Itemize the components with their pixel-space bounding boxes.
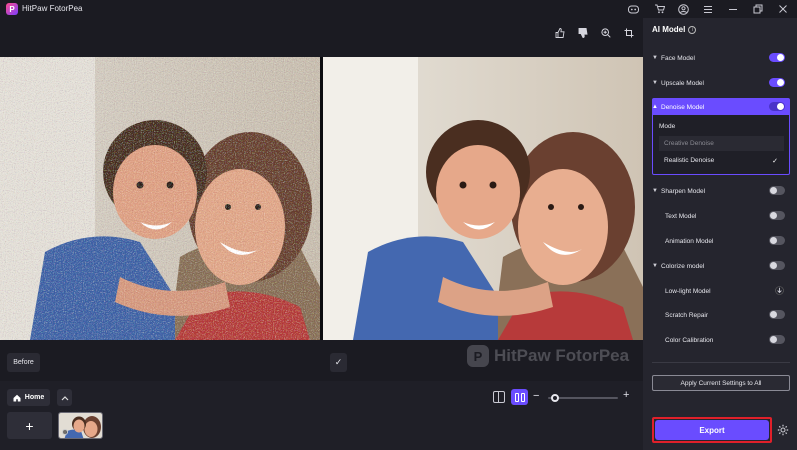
option-label: Realistic Denoise	[664, 157, 715, 164]
model-row-upscale[interactable]: ▼ Upscale Model	[652, 75, 790, 91]
minimize-icon[interactable]	[726, 2, 740, 16]
model-label: Low-light Model	[665, 287, 711, 295]
model-label: Text Model	[665, 212, 697, 220]
add-image-button[interactable]: +	[7, 412, 52, 439]
app-title: HitPaw FotorPea	[22, 4, 83, 13]
scratch-repair-toggle[interactable]	[769, 310, 785, 319]
app-window: P HitPaw FotorPea Before ✓ P HitPaw Foto…	[0, 0, 797, 450]
model-row-scratch[interactable]: Scratch Repair	[652, 307, 790, 323]
expand-arrow-icon[interactable]: ▼	[652, 263, 661, 269]
collapse-button[interactable]	[57, 389, 72, 406]
collapse-arrow-icon[interactable]: ▲	[652, 104, 661, 110]
info-icon[interactable]: i	[688, 25, 697, 34]
text-model-toggle[interactable]	[769, 211, 785, 220]
menu-icon[interactable]	[701, 2, 715, 16]
zoom-in-icon[interactable]	[599, 26, 613, 40]
model-label: Color Calibration	[665, 336, 714, 344]
watermark-text: HitPaw FotorPea	[494, 346, 630, 365]
before-image[interactable]	[0, 57, 320, 340]
upscale-model-toggle[interactable]	[769, 78, 785, 87]
animation-model-toggle[interactable]	[769, 236, 785, 245]
watermark-logo-icon: P	[467, 345, 489, 367]
model-row-colorize[interactable]: ▼ Colorize model	[652, 258, 790, 274]
panel-title: AI Model i	[652, 25, 697, 34]
model-label: Denoise Model	[661, 103, 705, 111]
face-model-toggle[interactable]	[769, 53, 785, 62]
sharpen-model-toggle[interactable]	[769, 186, 785, 195]
panel-divider	[652, 362, 790, 363]
expand-arrow-icon[interactable]: ▼	[652, 55, 661, 61]
thumbs-up-icon[interactable]	[553, 26, 567, 40]
gear-icon[interactable]	[777, 424, 789, 439]
thumbs-down-icon[interactable]	[576, 26, 590, 40]
model-row-text[interactable]: Text Model	[652, 208, 790, 224]
option-label: Creative Denoise	[664, 140, 714, 147]
colorize-model-toggle[interactable]	[769, 261, 785, 270]
model-row-sharpen[interactable]: ▼ Sharpen Model	[652, 183, 790, 199]
title-bar: P HitPaw FotorPea	[0, 0, 797, 18]
check-icon: ✓	[772, 157, 778, 165]
model-label: Scratch Repair	[665, 311, 708, 319]
zoom-in-button[interactable]: +	[623, 389, 629, 401]
denoise-mode-label: Mode	[659, 123, 676, 130]
watermark: P HitPaw FotorPea	[467, 345, 629, 367]
denoise-model-toggle[interactable]	[769, 102, 785, 111]
after-image[interactable]	[323, 57, 643, 340]
apply-all-button[interactable]: Apply Current Settings to All	[652, 375, 790, 391]
app-logo-icon: P	[6, 3, 18, 15]
thumbnail-status-icon	[62, 429, 68, 435]
expand-arrow-icon[interactable]: ▼	[652, 80, 661, 86]
single-view-icon[interactable]	[493, 391, 505, 403]
home-icon	[13, 394, 21, 401]
zoom-slider-handle[interactable]	[551, 394, 559, 402]
model-row-face[interactable]: ▼ Face Model	[652, 50, 790, 66]
image-thumbnail[interactable]	[58, 412, 103, 439]
model-label: Animation Model	[665, 237, 714, 245]
home-label: Home	[24, 394, 45, 401]
home-button[interactable]: Home	[7, 389, 50, 406]
before-label: Before	[7, 353, 40, 372]
model-label: Sharpen Model	[661, 187, 706, 195]
cart-icon[interactable]	[652, 2, 666, 16]
chevron-up-icon	[61, 395, 68, 400]
model-row-lowlight[interactable]: Low-light Model	[652, 283, 790, 299]
panel-title-text: AI Model	[652, 25, 686, 34]
model-row-denoise[interactable]: ▲ Denoise Model	[652, 99, 790, 115]
account-icon[interactable]	[676, 2, 690, 16]
expand-arrow-icon[interactable]: ▼	[652, 188, 661, 194]
after-check-icon: ✓	[330, 353, 347, 372]
realistic-denoise-option[interactable]: Realistic Denoise ✓	[659, 153, 784, 168]
creative-denoise-option[interactable]: Creative Denoise	[659, 136, 784, 151]
export-button[interactable]: Export	[655, 420, 769, 440]
model-label: Face Model	[661, 54, 695, 62]
download-icon[interactable]	[775, 286, 784, 297]
restore-icon[interactable]	[751, 2, 765, 16]
model-label: Upscale Model	[661, 79, 704, 87]
close-icon[interactable]	[776, 2, 790, 16]
color-calibration-toggle[interactable]	[769, 335, 785, 344]
discord-icon[interactable]	[626, 2, 640, 16]
zoom-out-button[interactable]: −	[533, 390, 539, 402]
crop-icon[interactable]	[622, 26, 636, 40]
model-row-animation[interactable]: Animation Model	[652, 233, 790, 249]
split-view-icon[interactable]	[511, 389, 528, 405]
model-row-color-calibration[interactable]: Color Calibration	[652, 332, 790, 348]
model-label: Colorize model	[661, 262, 705, 270]
